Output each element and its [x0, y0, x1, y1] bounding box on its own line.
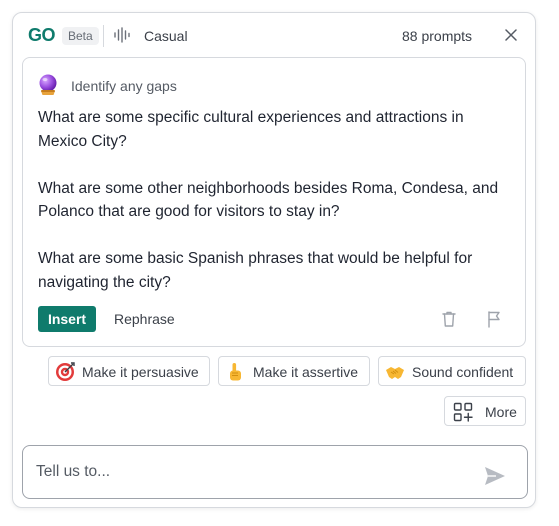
pointing-up-icon — [230, 363, 241, 381]
more-label: More — [485, 404, 517, 420]
crystal-ball-icon — [39, 74, 57, 95]
suggestion-paragraph: What are some specific cultural experien… — [38, 109, 464, 150]
handshake-icon — [386, 367, 404, 379]
rephrase-button[interactable]: Rephrase — [114, 311, 175, 327]
card-body: What are some specific cultural experien… — [38, 106, 516, 294]
make-persuasive-chip[interactable]: Make it persuasive — [48, 356, 210, 386]
card-title: Identify any gaps — [71, 78, 177, 94]
header-divider — [103, 25, 104, 47]
trash-icon[interactable] — [441, 310, 457, 328]
suggestion-paragraph: What are some other neighborhoods beside… — [38, 179, 499, 221]
chip-label: Make it assertive — [253, 364, 359, 380]
apps-plus-icon — [453, 402, 473, 422]
flag-icon[interactable] — [486, 310, 502, 328]
suggestion-paragraph: What are some basic Spanish phrases that… — [38, 250, 473, 291]
assistant-panel: GO Beta Casual 88 prompts Identify any g… — [12, 12, 536, 508]
close-icon[interactable] — [502, 26, 520, 44]
suggestion-card: Identify any gaps What are some specific… — [22, 57, 526, 347]
chip-label: Sound confident — [412, 364, 514, 380]
prompt-input-box — [22, 445, 528, 499]
insert-button[interactable]: Insert — [38, 306, 96, 332]
go-logo: GO — [28, 25, 56, 45]
chip-label: Make it persuasive — [82, 364, 199, 380]
more-button[interactable]: More — [444, 396, 526, 426]
soundwave-icon — [114, 27, 130, 43]
make-assertive-chip[interactable]: Make it assertive — [218, 356, 370, 386]
send-icon[interactable] — [484, 466, 506, 486]
tone-selector[interactable]: Casual — [144, 28, 188, 44]
panel-header: GO Beta Casual 88 prompts — [13, 13, 535, 57]
target-icon — [56, 362, 75, 381]
sound-confident-chip[interactable]: Sound confident — [378, 356, 526, 386]
prompts-count: 88 prompts — [402, 28, 473, 44]
beta-badge: Beta — [62, 27, 99, 45]
prompt-input[interactable] — [36, 460, 466, 484]
